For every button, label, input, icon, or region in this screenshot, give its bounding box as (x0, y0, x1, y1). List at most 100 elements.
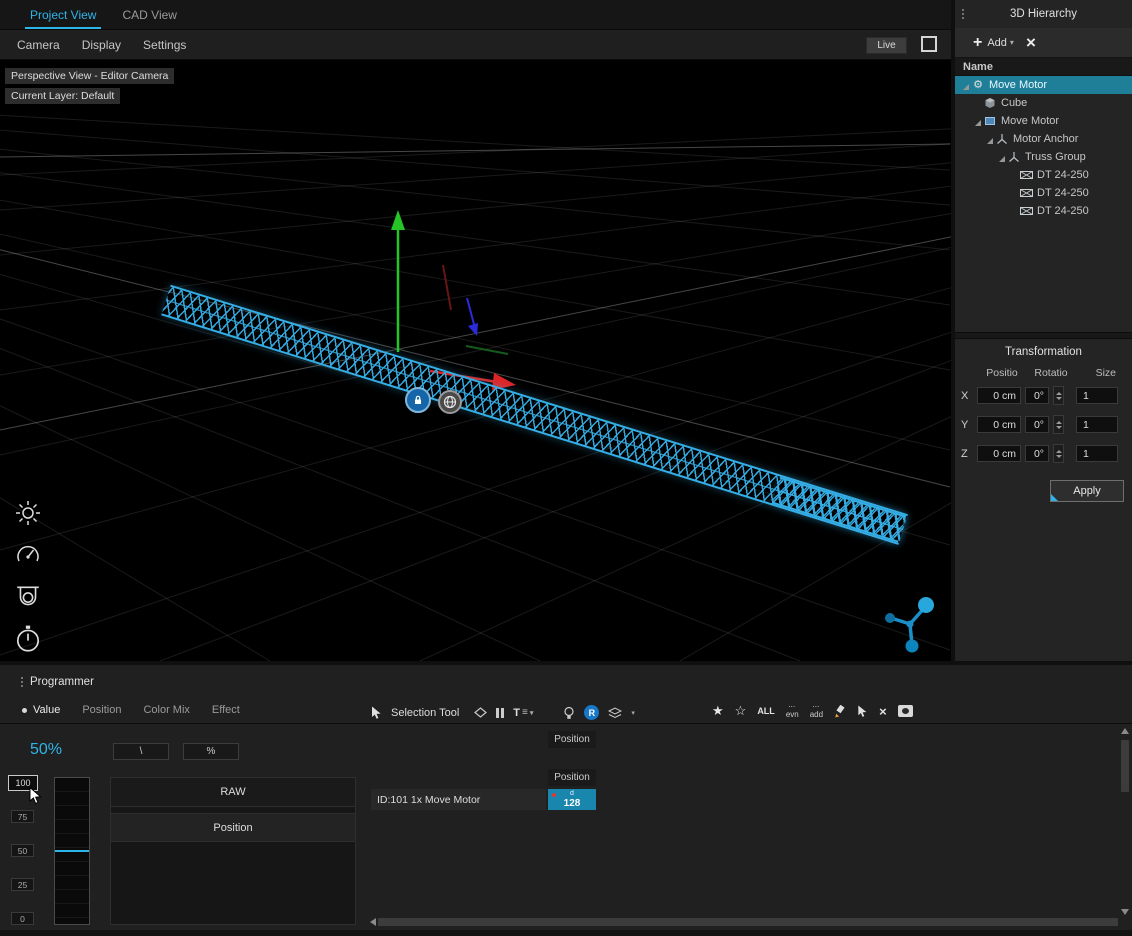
scroll-up-icon[interactable] (1121, 728, 1129, 734)
lock-button[interactable] (405, 387, 431, 413)
tree-item-cube[interactable]: Cube (955, 94, 1132, 112)
star-outline-icon[interactable]: ☆ (735, 703, 747, 719)
fader-level-indicator[interactable] (55, 850, 89, 852)
position-x-field[interactable]: 0 cm (977, 387, 1021, 404)
menu-settings[interactable]: Settings (143, 38, 186, 52)
apply-button[interactable]: Apply (1050, 480, 1124, 502)
maximize-icon[interactable] (921, 36, 937, 52)
expand-arrow-icon[interactable] (983, 135, 993, 144)
rotation-z-spinner[interactable] (1053, 444, 1064, 463)
expand-arrow-icon[interactable] (959, 81, 969, 90)
sun-icon (15, 500, 41, 526)
layer-label: Current Layer: Default (5, 88, 120, 104)
tab-project-view[interactable]: Project View (30, 0, 96, 29)
fader-tick-75[interactable]: 75 (11, 810, 34, 823)
tree-item-dt24-250[interactable]: DT 24-250 (955, 202, 1132, 220)
menu-camera[interactable]: Camera (17, 38, 60, 52)
fader-track[interactable] (54, 777, 90, 925)
keyframe-icon[interactable] (474, 707, 487, 718)
fader-tick-0[interactable]: 0 (11, 912, 34, 925)
fader-tick-25[interactable]: 25 (11, 878, 34, 891)
tab-effect[interactable]: Effect (212, 704, 240, 716)
pointer-select-icon[interactable] (857, 705, 868, 718)
even-select-button[interactable]: ⋯ evn (786, 704, 799, 719)
add-button[interactable]: Add (987, 37, 1007, 49)
horizontal-scrollbar[interactable] (370, 916, 1118, 927)
brightness-tool-button[interactable] (13, 498, 43, 528)
column-attr-header[interactable]: Position (548, 769, 596, 786)
position-z-field[interactable]: 0 cm (977, 445, 1021, 462)
size-y-field[interactable]: 1 (1076, 416, 1118, 433)
hierarchy-toolbar: + Add ▾ × (955, 28, 1132, 58)
expand-arrow-icon[interactable] (995, 153, 1005, 162)
tree-item-dt24-250[interactable]: DT 24-250 (955, 166, 1132, 184)
moving-head-icon (14, 583, 42, 611)
rotation-x-spinner[interactable] (1053, 386, 1064, 405)
tree-item-dt24-250[interactable]: DT 24-250 (955, 184, 1132, 202)
performance-tool-button[interactable] (13, 540, 43, 570)
position-y-field[interactable]: 0 cm (977, 416, 1021, 433)
tree-item-motor-anchor[interactable]: Motor Anchor (955, 130, 1132, 148)
expand-arrow-icon[interactable] (971, 117, 981, 126)
chevron-down-icon[interactable]: ▾ (631, 709, 635, 717)
tab-cad-view[interactable]: CAD View (122, 0, 176, 29)
select-all-button[interactable]: ALL (757, 706, 775, 716)
scrollbar-thumb[interactable] (1121, 740, 1129, 792)
highlighter-icon[interactable] (834, 705, 846, 718)
scroll-left-icon[interactable] (370, 918, 376, 926)
name-column-header[interactable]: Name (955, 58, 1132, 76)
bulb-icon[interactable] (563, 706, 575, 720)
col-rotation: Rotatio (1029, 367, 1073, 379)
panel-grip-handle[interactable] (20, 676, 24, 688)
display-capture-icon[interactable] (898, 705, 913, 717)
tab-position[interactable]: Position (82, 704, 121, 716)
node-graph-widget[interactable] (882, 593, 940, 658)
hierarchy-panel-header: 3D Hierarchy (955, 0, 1132, 28)
menu-lines-icon: ≡ (522, 707, 528, 718)
pause-icon[interactable] (496, 708, 504, 718)
rotation-z-field[interactable]: 0° (1025, 445, 1049, 462)
panel-divider[interactable] (955, 332, 1132, 339)
live-button[interactable]: Live (866, 37, 907, 54)
rotation-y-field[interactable]: 0° (1025, 416, 1049, 433)
scrollbar-thumb[interactable] (378, 918, 1118, 926)
3d-viewport[interactable]: Perspective View - Editor Camera Current… (0, 60, 951, 661)
pointer-icon (371, 706, 382, 720)
tree-item-truss-group[interactable]: Truss Group (955, 148, 1132, 166)
tree-item-move-motor-root[interactable]: ⚙ Move Motor (955, 76, 1132, 94)
orbit-button[interactable] (438, 390, 462, 414)
fixture-tool-button[interactable] (13, 582, 43, 612)
viewport-toolbar (13, 498, 43, 654)
fixture-value-cell[interactable]: d 128 (548, 789, 596, 810)
layers-icon[interactable] (608, 707, 622, 719)
selection-tool-button[interactable]: Selection Tool (391, 707, 459, 719)
rotation-x-field[interactable]: 0° (1025, 387, 1049, 404)
chevron-down-icon[interactable]: ▾ (1010, 38, 1014, 47)
rotation-y-spinner[interactable] (1053, 415, 1064, 434)
size-z-field[interactable]: 1 (1076, 445, 1118, 462)
backslash-button[interactable]: \ (113, 743, 169, 760)
delete-button[interactable]: × (1026, 34, 1036, 51)
percent-button[interactable]: % (183, 743, 239, 760)
menu-display[interactable]: Display (82, 38, 121, 52)
star-filled-icon[interactable]: ★ (712, 703, 724, 719)
scroll-down-icon[interactable] (1121, 909, 1129, 915)
fixture-row-name[interactable]: ID:101 1x Move Motor (371, 789, 546, 810)
text-tool-menu[interactable]: T ≡ ▾ (513, 707, 533, 719)
size-x-field[interactable]: 1 (1076, 387, 1118, 404)
position-button[interactable]: Position (111, 813, 355, 842)
tab-color-mix[interactable]: Color Mix (143, 704, 189, 716)
raw-button[interactable]: RAW (111, 778, 355, 807)
column-group-header[interactable]: Position (548, 731, 596, 748)
timer-tool-button[interactable] (13, 624, 43, 654)
record-badge[interactable]: R (584, 705, 599, 720)
panel-grip-handle[interactable] (961, 8, 965, 20)
add-select-button[interactable]: ⋯ add (810, 704, 823, 719)
fader-tick-50[interactable]: 50 (11, 844, 34, 857)
tree-item-move-motor[interactable]: Move Motor (955, 112, 1132, 130)
gauge-icon (15, 542, 41, 568)
clear-tool-icon[interactable]: × (879, 705, 887, 718)
vertical-scrollbar[interactable] (1120, 728, 1130, 915)
tab-value[interactable]: Value (22, 704, 60, 716)
globe-icon (443, 395, 457, 409)
